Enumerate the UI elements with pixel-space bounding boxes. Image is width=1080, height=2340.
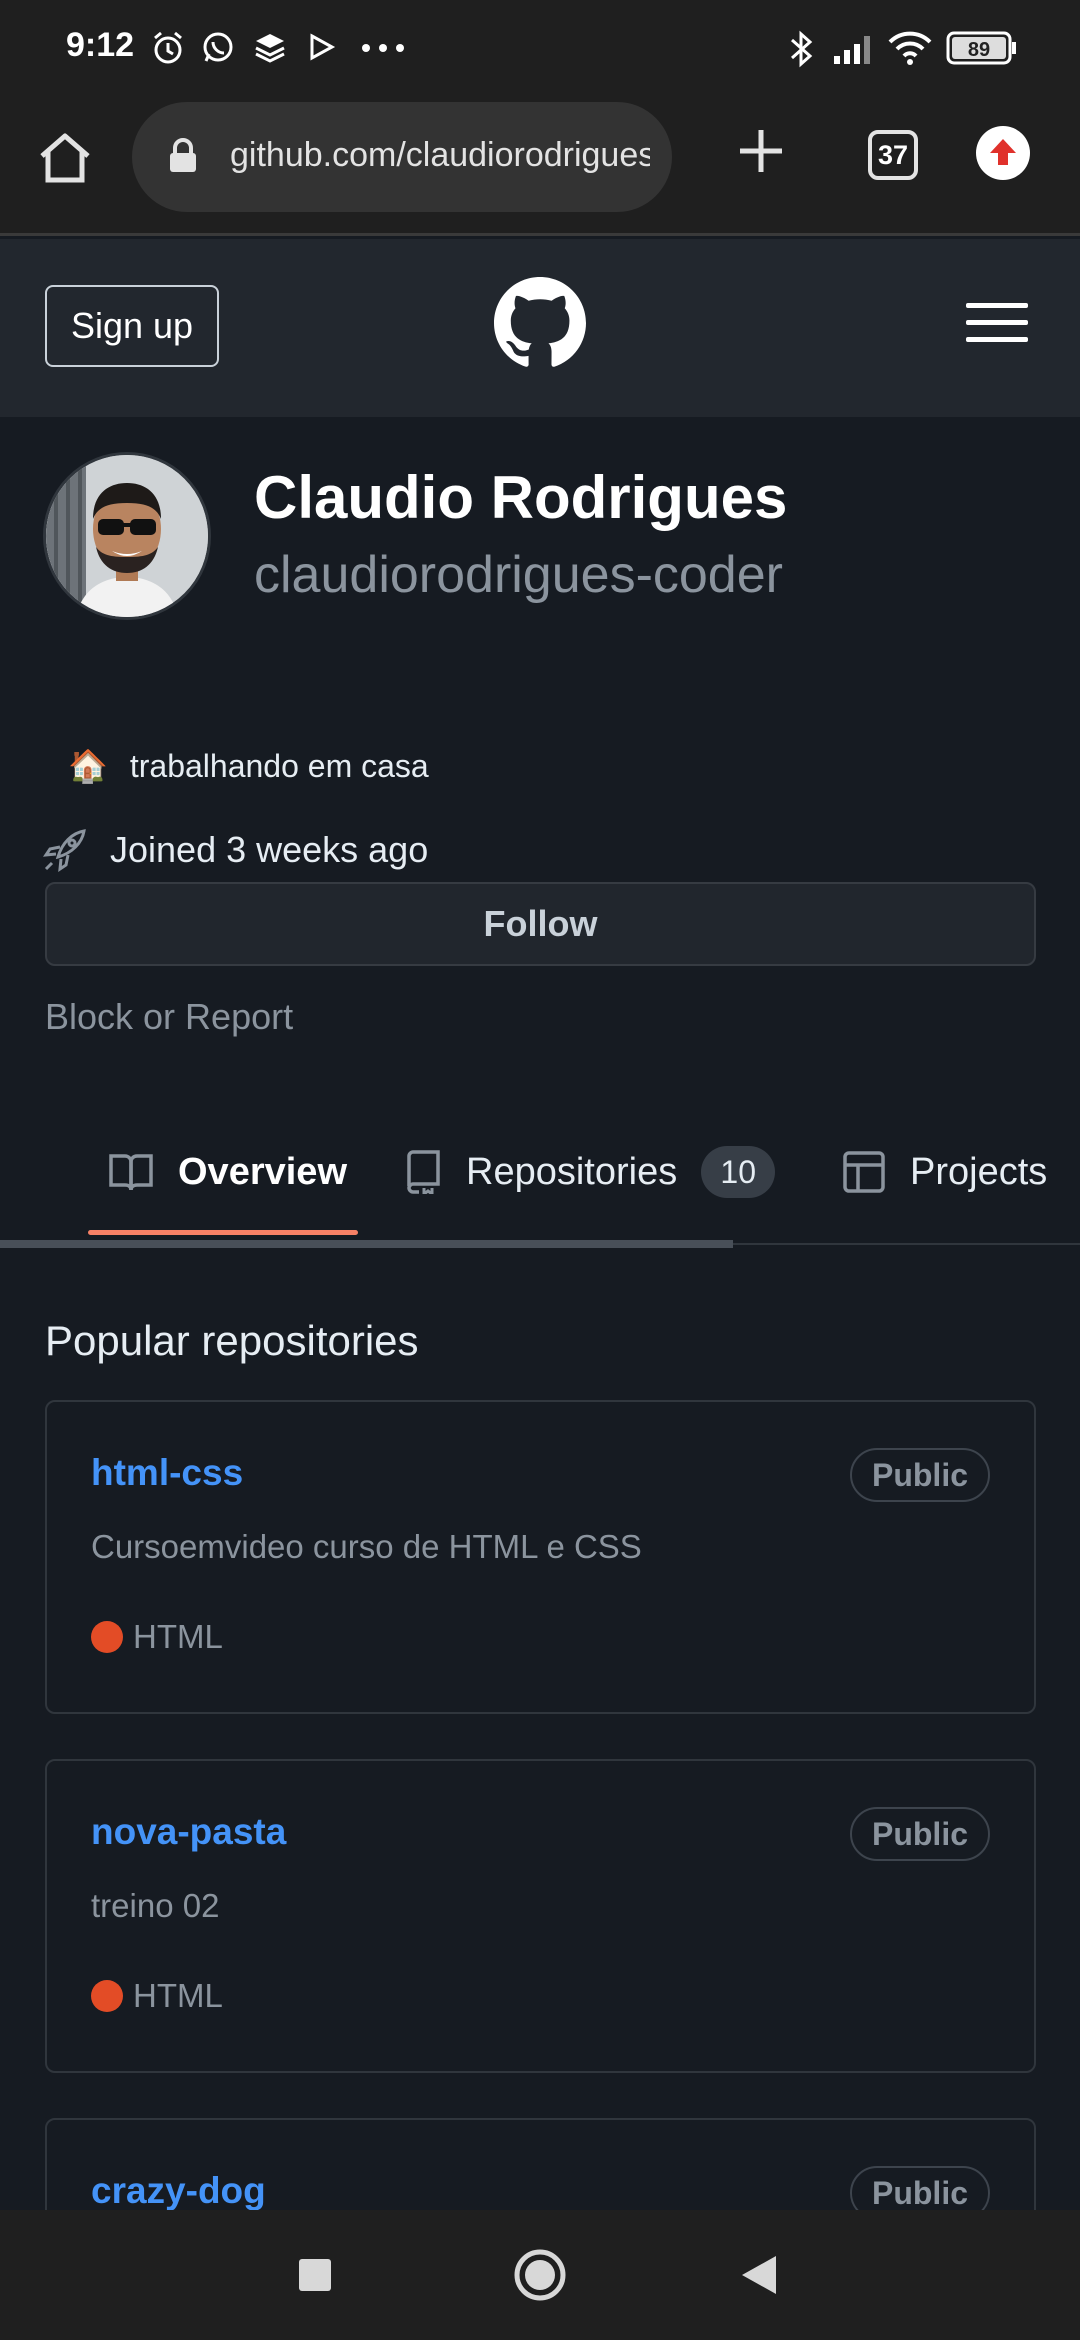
user-status[interactable]: 🏠 trabalhando em casa [68, 747, 429, 785]
active-tab-underline [88, 1230, 358, 1235]
repo-language: HTML [91, 1977, 223, 2015]
back-triangle-icon[interactable] [740, 2254, 778, 2296]
sign-up-button[interactable]: Sign up [45, 285, 219, 367]
visibility-badge: Public [849, 2166, 990, 2210]
browser-toolbar: github.com/claudiorodrigues-coder 37 [0, 96, 1080, 236]
play-icon [304, 30, 338, 64]
language-color-dot [91, 1980, 123, 2012]
github-header: Sign up [0, 239, 1080, 417]
avatar[interactable] [43, 452, 211, 620]
repo-name-link[interactable]: nova-pasta [91, 1811, 286, 1853]
wifi-icon [886, 28, 934, 66]
tab-overview-label: Overview [178, 1150, 347, 1193]
repo-name-link[interactable]: crazy-dog [91, 2170, 266, 2210]
follow-button[interactable]: Follow [45, 882, 1036, 966]
repo-name-link[interactable]: html-css [91, 1452, 243, 1494]
status-bar: 9:12 89 [0, 0, 1080, 96]
home-icon[interactable] [38, 132, 92, 184]
profile-main: Claudio Rodrigues claudiorodrigues-coder… [0, 417, 1080, 2210]
battery-icon: 89 [946, 30, 1018, 66]
more-dots-icon [362, 44, 404, 52]
rocket-icon [42, 827, 88, 873]
tab-count: 37 [877, 140, 909, 170]
bluetooth-icon [786, 30, 816, 68]
joined-text: Joined 3 weeks ago [110, 829, 429, 870]
hamburger-menu-icon[interactable] [966, 301, 1028, 345]
repo-description: Cursoemvideo curso de HTML e CSS [91, 1528, 642, 1565]
address-bar[interactable]: github.com/claudiorodrigues-coder [132, 102, 672, 212]
joined-info: Joined 3 weeks ago [42, 827, 428, 873]
whatsapp-icon [200, 30, 236, 66]
status-time: 9:12 [66, 26, 135, 64]
navigation-bar [0, 2210, 1080, 2340]
tabs-scrollbar[interactable] [0, 1240, 733, 1248]
tab-overview[interactable]: Overview [108, 1110, 347, 1234]
house-emoji-icon: 🏠 [68, 748, 108, 784]
repo-card: nova-pasta Public treino 02 HTML [45, 1759, 1036, 2073]
block-or-report-link[interactable]: Block or Report [45, 996, 293, 1038]
repo-card: crazy-dog Public [45, 2118, 1036, 2210]
book-icon [108, 1152, 154, 1192]
language-name: HTML [133, 1618, 223, 1655]
status-text: trabalhando em casa [129, 747, 429, 784]
tab-projects-label: Projects [910, 1150, 1048, 1193]
repositories-count-badge: 10 [701, 1146, 776, 1198]
alarm-icon [150, 30, 186, 66]
visibility-badge: Public [849, 1448, 990, 1502]
layers-icon [252, 30, 288, 66]
visibility-badge: Public [849, 1807, 990, 1861]
repo-language: HTML [91, 1618, 223, 1656]
language-name: HTML [133, 1977, 223, 2014]
url-text[interactable]: github.com/claudiorodrigues-coder [230, 136, 650, 175]
new-tab-plus-icon[interactable] [734, 124, 788, 178]
tab-projects[interactable]: Projects [842, 1110, 1047, 1234]
repo-description: treino 02 [91, 1887, 220, 1924]
battery-level: 89 [968, 39, 990, 61]
recents-square-icon[interactable] [298, 2258, 332, 2292]
tab-switcher-icon[interactable]: 37 [868, 130, 918, 180]
repo-card: html-css Public Cursoemvideo curso de HT… [45, 1400, 1036, 1714]
profile-tabs: Overview Repositories 10 Projects [0, 1110, 1080, 1250]
signal-icon [832, 32, 876, 66]
language-color-dot [91, 1621, 123, 1653]
profile-username: claudiorodrigues-coder [254, 546, 783, 604]
profile-full-name: Claudio Rodrigues [254, 464, 788, 531]
table-icon [842, 1150, 886, 1194]
tab-repositories[interactable]: Repositories 10 [404, 1110, 776, 1234]
tab-repositories-label: Repositories [466, 1150, 678, 1193]
repo-icon [404, 1150, 442, 1194]
home-circle-icon[interactable] [513, 2248, 567, 2302]
github-octocat-icon[interactable] [494, 277, 586, 369]
extension-upload-icon[interactable] [976, 126, 1030, 180]
lock-icon [168, 138, 198, 174]
popular-repositories-title: Popular repositories [45, 1317, 419, 1364]
